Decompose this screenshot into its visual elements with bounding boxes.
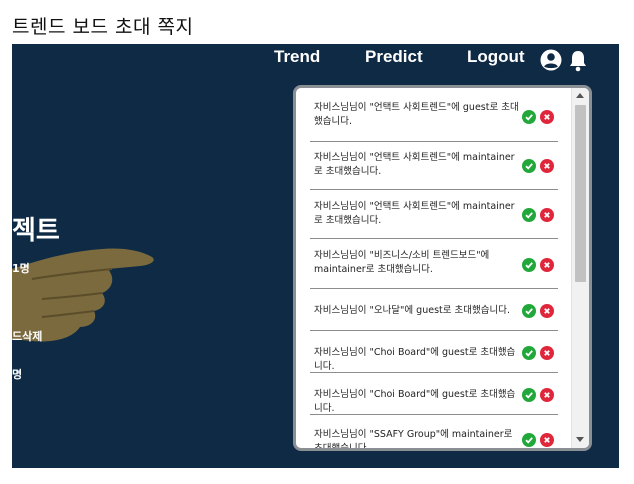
- accept-button[interactable]: [522, 304, 536, 318]
- close-icon: [544, 262, 550, 268]
- close-icon: [544, 392, 550, 398]
- invite-item: 자비스님님이 "SSAFY Group"에 maintainer로 초대했습니다…: [310, 415, 558, 448]
- nav-logout-link[interactable]: Logout: [467, 47, 525, 67]
- check-icon: [525, 308, 533, 315]
- reject-button[interactable]: [540, 208, 554, 222]
- invite-item: 자비스님님이 "언택트 사회트렌드"에 maintainer로 초대했습니다.: [310, 190, 558, 239]
- accept-button[interactable]: [522, 258, 536, 272]
- reject-button[interactable]: [540, 346, 554, 360]
- reject-button[interactable]: [540, 110, 554, 124]
- background-delete-label: 드삭제: [12, 330, 43, 343]
- vertical-scrollbar[interactable]: [571, 88, 589, 448]
- invite-message: 자비스님님이 "언택트 사회트렌드"에 guest로 초대했습니다.: [314, 102, 519, 127]
- reject-button[interactable]: [540, 159, 554, 173]
- check-icon: [525, 350, 533, 357]
- accept-button[interactable]: [522, 110, 536, 124]
- reject-button[interactable]: [540, 304, 554, 318]
- app-screenshot: 젝트 1명 드삭제 명 Trend Predict Logout 자비스님님이 …: [12, 44, 619, 468]
- check-icon: [525, 163, 533, 170]
- close-icon: [544, 212, 550, 218]
- background-count-label: 명: [12, 368, 23, 381]
- invite-message: 자비스님님이 "비즈니스/소비 트렌드보드"에 maintainer로 초대했습…: [314, 250, 490, 275]
- check-icon: [525, 262, 533, 269]
- background-project-title: 젝트: [12, 216, 60, 246]
- nav-trend-link[interactable]: Trend: [274, 47, 320, 67]
- accept-button[interactable]: [522, 388, 536, 402]
- invite-item: 자비스님님이 "Choi Board"에 guest로 초대했습니다.: [310, 331, 558, 373]
- invite-item: 자비스님님이 "오나달"에 guest로 초대했습니다.: [310, 289, 558, 331]
- invite-list: 자비스님님이 "언택트 사회트렌드"에 guest로 초대했습니다. 자비스님님…: [296, 88, 572, 448]
- invite-item: 자비스님님이 "언택트 사회트렌드"에 maintainer로 초대했습니다.: [310, 142, 558, 190]
- invite-message: 자비스님님이 "Choi Board"에 guest로 초대했습니다.: [314, 389, 516, 414]
- close-icon: [544, 308, 550, 314]
- invite-message: 자비스님님이 "언택트 사회트렌드"에 maintainer로 초대했습니다.: [314, 201, 515, 226]
- invite-message: 자비스님님이 "오나달"에 guest로 초대했습니다.: [314, 305, 510, 316]
- check-icon: [525, 212, 533, 219]
- invite-item: 자비스님님이 "비즈니스/소비 트렌드보드"에 maintainer로 초대했습…: [310, 239, 558, 289]
- accept-button[interactable]: [522, 208, 536, 222]
- invite-message-panel: 자비스님님이 "언택트 사회트렌드"에 guest로 초대했습니다. 자비스님님…: [293, 85, 592, 451]
- nav-predict-link[interactable]: Predict: [365, 47, 423, 67]
- close-icon: [544, 114, 550, 120]
- scroll-down-arrow-icon[interactable]: [576, 437, 584, 442]
- reject-button[interactable]: [540, 258, 554, 272]
- close-icon: [544, 350, 550, 356]
- background-member-count: 1명: [12, 262, 30, 275]
- bell-icon[interactable]: [568, 49, 590, 73]
- accept-button[interactable]: [522, 159, 536, 173]
- pointing-hand-image: [12, 239, 162, 363]
- invite-message: 자비스님님이 "Choi Board"에 guest로 초대했습니다.: [314, 347, 516, 372]
- close-icon: [544, 163, 550, 169]
- close-icon: [544, 437, 550, 443]
- scrollbar-thumb[interactable]: [575, 105, 586, 282]
- invite-item: 자비스님님이 "언택트 사회트렌드"에 guest로 초대했습니다.: [310, 88, 558, 142]
- scroll-up-arrow-icon[interactable]: [576, 93, 584, 98]
- check-icon: [525, 392, 533, 399]
- user-circle-icon[interactable]: [540, 49, 562, 73]
- top-navbar: Trend Predict Logout: [12, 44, 619, 84]
- reject-button[interactable]: [540, 433, 554, 447]
- invite-item: 자비스님님이 "Choi Board"에 guest로 초대했습니다.: [310, 373, 558, 415]
- accept-button[interactable]: [522, 346, 536, 360]
- accept-button[interactable]: [522, 433, 536, 447]
- check-icon: [525, 114, 533, 121]
- invite-message: 자비스님님이 "SSAFY Group"에 maintainer로 초대했습니다…: [314, 429, 513, 448]
- caption-title: 트렌드 보드 초대 쪽지: [12, 16, 194, 38]
- reject-button[interactable]: [540, 388, 554, 402]
- check-icon: [525, 437, 533, 444]
- invite-message: 자비스님님이 "언택트 사회트렌드"에 maintainer로 초대했습니다.: [314, 152, 515, 177]
